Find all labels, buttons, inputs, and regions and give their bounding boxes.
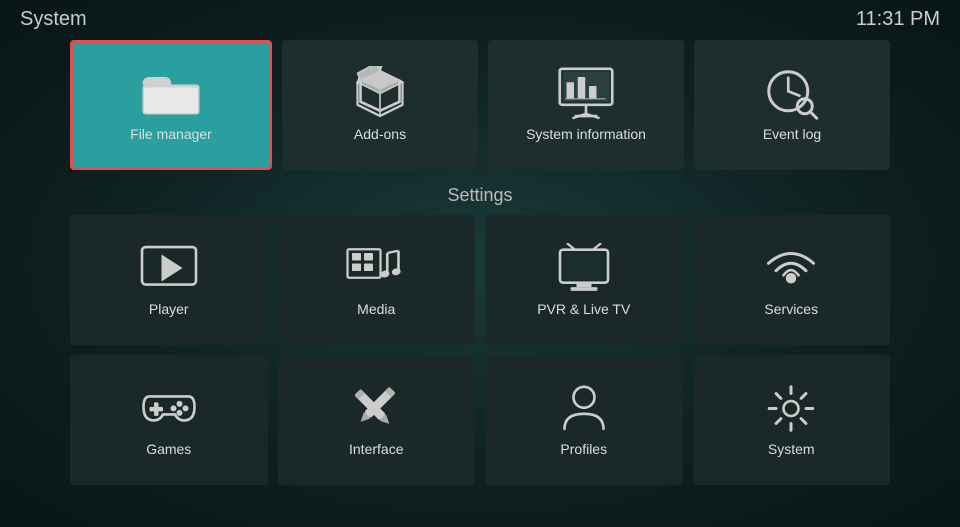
- tile-file-manager[interactable]: File manager: [70, 40, 272, 170]
- header: System 11:31 PM: [0, 0, 960, 39]
- tile-file-manager-label: File manager: [130, 126, 212, 142]
- settings-gear-icon: [761, 383, 821, 433]
- settings-row-1: Player Media: [70, 215, 890, 345]
- top-row: File manager Add-ons: [70, 40, 890, 170]
- pencil-icon: [346, 383, 406, 433]
- tile-services[interactable]: Services: [693, 215, 891, 345]
- clock-search-icon: [762, 68, 822, 118]
- tile-event-log[interactable]: Event log: [694, 40, 890, 170]
- presentation-icon: [556, 68, 616, 118]
- tv-icon: [554, 243, 614, 293]
- play-icon: [139, 243, 199, 293]
- tile-player-label: Player: [149, 301, 189, 317]
- clock: 11:31 PM: [856, 8, 940, 31]
- tile-media-label: Media: [357, 301, 395, 317]
- tile-add-ons-label: Add-ons: [354, 126, 406, 142]
- tile-games[interactable]: Games: [70, 355, 268, 485]
- tile-profiles-label: Profiles: [560, 441, 607, 457]
- tile-system-information[interactable]: System information: [488, 40, 684, 170]
- media-icon: [346, 243, 406, 293]
- settings-section-label: Settings: [0, 185, 960, 206]
- tile-interface[interactable]: Interface: [278, 355, 476, 485]
- settings-row-2: Games Interface: [70, 355, 890, 485]
- tile-player[interactable]: Player: [70, 215, 268, 345]
- tile-add-ons[interactable]: Add-ons: [282, 40, 478, 170]
- tile-system-information-label: System information: [526, 126, 646, 142]
- tile-games-label: Games: [146, 441, 191, 457]
- person-icon: [554, 383, 614, 433]
- tile-interface-label: Interface: [349, 441, 403, 457]
- tile-services-label: Services: [764, 301, 818, 317]
- page-title: System: [20, 8, 87, 31]
- box-icon: [350, 68, 410, 118]
- broadcast-icon: [761, 243, 821, 293]
- folder-icon: [141, 68, 201, 118]
- gamepad-icon: [139, 383, 199, 433]
- tile-event-log-label: Event log: [763, 126, 821, 142]
- tile-pvr-live-tv[interactable]: PVR & Live TV: [485, 215, 683, 345]
- tile-system-label: System: [768, 441, 815, 457]
- tile-pvr-live-tv-label: PVR & Live TV: [537, 301, 630, 317]
- tile-profiles[interactable]: Profiles: [485, 355, 683, 485]
- tile-media[interactable]: Media: [278, 215, 476, 345]
- tile-system[interactable]: System: [693, 355, 891, 485]
